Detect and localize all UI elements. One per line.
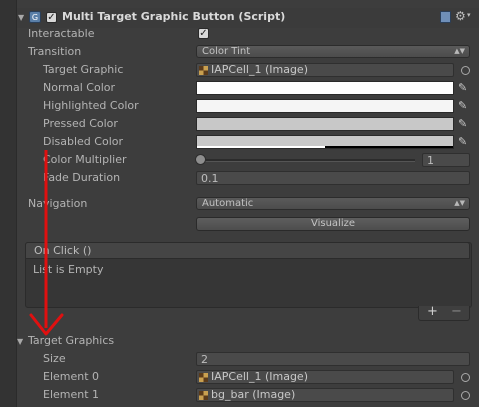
annotation-arrow [29, 150, 64, 336]
